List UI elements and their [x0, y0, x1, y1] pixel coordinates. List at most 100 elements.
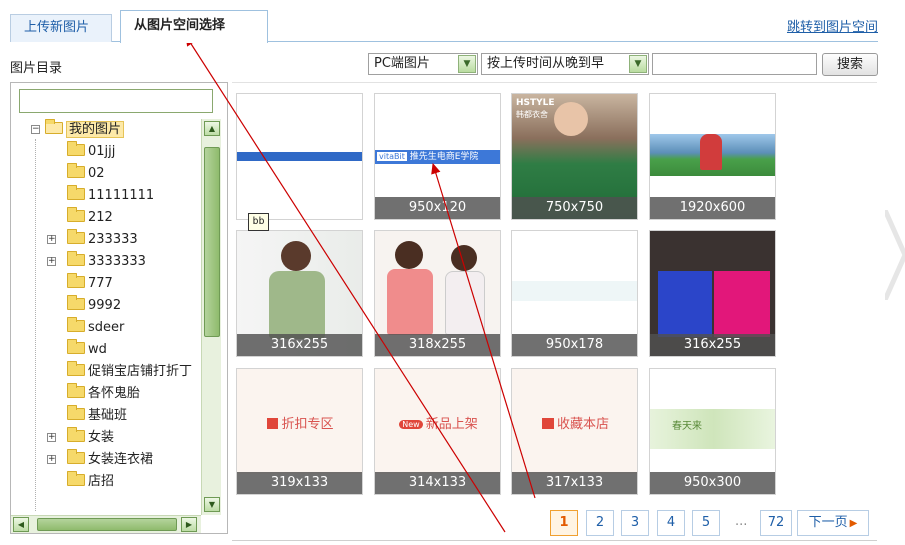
- tree-item[interactable]: 女装: [67, 427, 114, 448]
- page-3-button[interactable]: 3: [621, 510, 649, 536]
- pagination-ellipsis: ...: [735, 514, 748, 529]
- tooltip: bb: [248, 213, 269, 231]
- page-4-button[interactable]: 4: [657, 510, 685, 536]
- jump-to-image-space-link[interactable]: 跳转到图片空间: [787, 16, 878, 35]
- tree-item[interactable]: wd: [67, 339, 107, 360]
- tree-root-label: 我的图片: [66, 121, 125, 138]
- image-thumbnail[interactable]: 318x255: [374, 230, 501, 357]
- tree-item[interactable]: 212: [67, 207, 113, 228]
- folder-icon: [67, 317, 85, 332]
- tree-item[interactable]: 基础班: [67, 405, 127, 426]
- folder-icon: [67, 339, 85, 354]
- tree-item[interactable]: sdeer: [67, 317, 124, 338]
- chevron-down-icon: ▼: [458, 55, 476, 73]
- tree-item-label: 基础班: [88, 408, 128, 423]
- model-top: [269, 271, 325, 339]
- tree-item[interactable]: 233333: [67, 229, 138, 250]
- tree-item-label: 店招: [88, 474, 115, 489]
- image-thumbnail[interactable]: [236, 93, 363, 220]
- sort-select[interactable]: 按上传时间从晚到早 ▼: [481, 53, 649, 75]
- scroll-down-icon[interactable]: ▼: [204, 497, 220, 512]
- tree-item-label: sdeer: [88, 320, 125, 335]
- image-thumbnail[interactable]: 1920x600: [649, 93, 776, 220]
- image-size-label: 950x300: [650, 472, 775, 494]
- scroll-up-icon[interactable]: ▲: [204, 121, 220, 136]
- image-thumbnail[interactable]: 收藏本店 317x133: [511, 368, 638, 495]
- product-pink-top: [714, 271, 770, 337]
- model-head: [451, 245, 477, 271]
- image-size-label: 950x120: [375, 197, 500, 219]
- banner-text: New 新品上架: [375, 413, 500, 432]
- tree-item-label: 01jjj: [88, 144, 116, 159]
- banner-image: [650, 409, 775, 449]
- image-thumbnail[interactable]: 折扣专区 319x133: [236, 368, 363, 495]
- tree-item[interactable]: 店招: [67, 471, 114, 492]
- decorative-chevron-icon: [885, 210, 905, 300]
- image-thumbnail[interactable]: 316x255: [236, 230, 363, 357]
- banner-image: [237, 152, 362, 161]
- image-size-label: 314x133: [375, 472, 500, 494]
- folder-tree: − 我的图片 01jjj 02 11111111 212 + 233333 + …: [11, 119, 201, 513]
- banner-image: [512, 281, 637, 301]
- tab-upload-new-image[interactable]: 上传新图片: [10, 14, 112, 42]
- image-thumbnail[interactable]: vitaBit 推先生电商E学院 950x120: [374, 93, 501, 220]
- tree-item-label: 9992: [88, 298, 122, 313]
- banner-image: vitaBit 推先生电商E学院: [375, 150, 500, 164]
- model-top: [445, 271, 485, 335]
- image-thumbnail[interactable]: 316x255: [649, 230, 776, 357]
- directory-tree-panel: − 我的图片 01jjj 02 11111111 212 + 233333 + …: [10, 82, 228, 534]
- new-badge-icon: New: [399, 420, 423, 429]
- expand-icon[interactable]: +: [47, 257, 56, 266]
- tree-item-label: 02: [88, 166, 105, 181]
- image-thumbnail[interactable]: New 新品上架 314x133: [374, 368, 501, 495]
- folder-icon: [67, 141, 85, 156]
- tree-item[interactable]: 01jjj: [67, 141, 115, 162]
- source-select[interactable]: PC端图片 ▼: [368, 53, 478, 75]
- collapse-icon[interactable]: −: [31, 125, 40, 134]
- expand-icon[interactable]: +: [47, 455, 56, 464]
- image-size-label: 317x133: [512, 472, 637, 494]
- brand-name: HSTYLE: [516, 98, 555, 108]
- tree-item-label: 女装: [88, 430, 115, 445]
- brand-subname: 韩都衣舍: [516, 110, 548, 119]
- page-1-button[interactable]: 1: [550, 510, 578, 536]
- expand-icon[interactable]: +: [47, 433, 56, 442]
- tree-item[interactable]: 促销宝店铺打折丁: [67, 361, 192, 382]
- next-page-button[interactable]: 下一页 ▶: [797, 510, 869, 536]
- folder-icon: [67, 383, 85, 398]
- image-thumbnail[interactable]: 春天来 950x300: [649, 368, 776, 495]
- image-size-label: 950x178: [512, 334, 637, 356]
- tree-vertical-scrollbar[interactable]: ▲ ▼: [201, 119, 221, 515]
- tree-item[interactable]: 女装连衣裙: [67, 449, 153, 470]
- folder-icon: [67, 295, 85, 310]
- tree-item[interactable]: 3333333: [67, 251, 146, 272]
- page-2-button[interactable]: 2: [586, 510, 614, 536]
- tree-item[interactable]: 777: [67, 273, 113, 294]
- tree-item[interactable]: 02: [67, 163, 105, 184]
- banner-label: 折扣专区: [281, 417, 334, 432]
- tree-root-my-images[interactable]: 我的图片: [45, 119, 125, 140]
- scroll-right-icon[interactable]: ▶: [181, 517, 197, 532]
- tab-select-from-image-space[interactable]: 从图片空间选择: [120, 10, 268, 43]
- image-size-label: 319x133: [237, 472, 362, 494]
- page-last-button[interactable]: 72: [760, 510, 792, 536]
- tree-horizontal-scrollbar[interactable]: ◀ ▶: [11, 515, 201, 533]
- tree-item[interactable]: 9992: [67, 295, 121, 316]
- expand-icon[interactable]: +: [47, 235, 56, 244]
- product-blue-top: [658, 271, 712, 337]
- scrollbar-thumb[interactable]: [37, 518, 177, 531]
- image-thumbnail[interactable]: HSTYLE 韩都衣舍 750x750: [511, 93, 638, 220]
- brand-logo: HSTYLE 韩都衣舍: [516, 98, 555, 120]
- scroll-left-icon[interactable]: ◀: [13, 517, 29, 532]
- chevron-down-icon: ▼: [629, 55, 647, 73]
- scrollbar-thumb[interactable]: [204, 147, 220, 337]
- search-input[interactable]: [652, 53, 817, 75]
- tree-item[interactable]: 各怀鬼胎: [67, 383, 140, 404]
- image-thumbnail[interactable]: 950x178: [511, 230, 638, 357]
- tree-item[interactable]: 11111111: [67, 185, 154, 206]
- search-button[interactable]: 搜索: [822, 53, 878, 76]
- model-head: [554, 102, 588, 136]
- page-5-button[interactable]: 5: [692, 510, 720, 536]
- tree-filter-input[interactable]: [19, 89, 213, 113]
- folder-icon: [67, 361, 85, 376]
